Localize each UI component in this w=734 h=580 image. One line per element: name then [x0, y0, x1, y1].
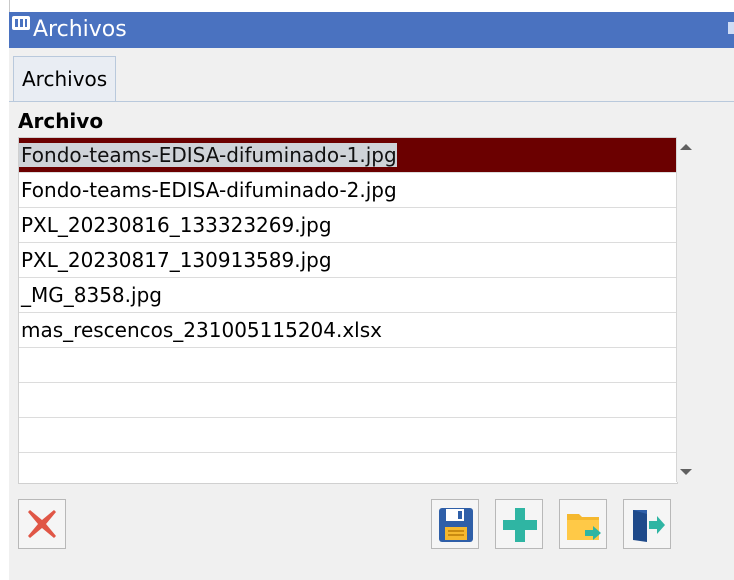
- list-item-empty[interactable]: [19, 453, 677, 483]
- file-name: _MG_8358.jpg: [21, 283, 162, 307]
- open-folder-button[interactable]: [559, 499, 607, 549]
- list-item[interactable]: Fondo-teams-EDISA-difuminado-2.jpg: [19, 173, 677, 208]
- red-x-icon: [28, 510, 56, 538]
- file-name: Fondo-teams-EDISA-difuminado-1.jpg: [19, 143, 397, 167]
- list-item-empty[interactable]: [19, 383, 677, 418]
- floppy-disk-icon: [439, 508, 473, 542]
- archivos-window: Archivos Archivos Archivo Fondo-teams-ED…: [9, 12, 734, 580]
- folder-arrow-icon: [567, 514, 601, 540]
- file-name: Fondo-teams-EDISA-difuminado-2.jpg: [21, 178, 397, 202]
- vertical-scrollbar[interactable]: [676, 137, 694, 482]
- list-item[interactable]: PXL_20230817_130913589.jpg: [19, 243, 677, 278]
- list-item[interactable]: _MG_8358.jpg: [19, 278, 677, 313]
- file-list[interactable]: Fondo-teams-EDISA-difuminado-1.jpg Fondo…: [18, 137, 678, 484]
- tab-archivos[interactable]: Archivos: [13, 56, 117, 101]
- file-name: mas_rescencos_231005115204.xlsx: [21, 318, 382, 342]
- list-item-empty[interactable]: [19, 348, 677, 383]
- list-item-empty[interactable]: [19, 418, 677, 453]
- door-exit-icon: [633, 510, 665, 542]
- column-header-archivo[interactable]: Archivo: [18, 109, 103, 133]
- list-item[interactable]: PXL_20230816_133323269.jpg: [19, 208, 677, 243]
- file-name: PXL_20230816_133323269.jpg: [21, 213, 332, 237]
- add-button[interactable]: [495, 499, 543, 549]
- delete-button[interactable]: [18, 499, 66, 549]
- window-title: Archivos: [33, 17, 127, 42]
- list-item[interactable]: mas_rescencos_231005115204.xlsx: [19, 313, 677, 348]
- scroll-down-arrow-icon[interactable]: [680, 469, 692, 475]
- app-icon: [12, 16, 30, 30]
- scroll-up-arrow-icon[interactable]: [680, 144, 692, 150]
- exit-button[interactable]: [623, 499, 671, 549]
- plus-icon: [503, 508, 537, 542]
- list-item[interactable]: Fondo-teams-EDISA-difuminado-1.jpg: [19, 138, 677, 173]
- title-bar-button-icon[interactable]: [728, 22, 734, 34]
- file-name: PXL_20230817_130913589.jpg: [21, 248, 332, 272]
- save-button[interactable]: [431, 499, 479, 549]
- tab-strip: Archivos: [9, 48, 734, 102]
- title-bar: Archivos: [9, 12, 734, 48]
- files-panel: Archivo Fondo-teams-EDISA-difuminado-1.j…: [9, 102, 734, 580]
